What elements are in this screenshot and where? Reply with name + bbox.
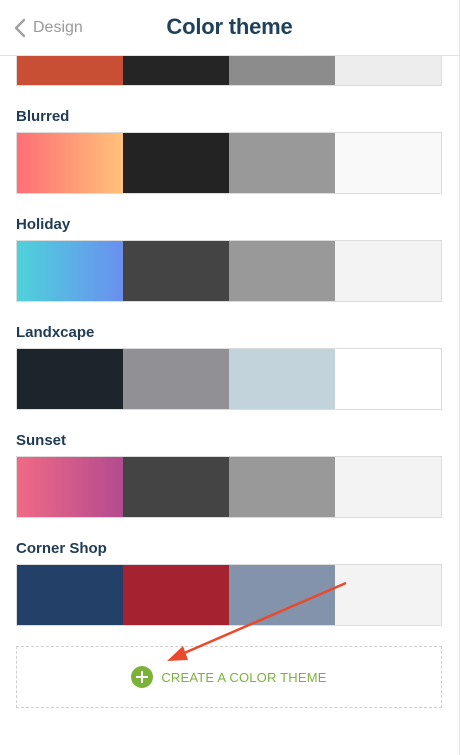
theme-swatch-row[interactable] [16,348,442,410]
theme-name: Holiday [16,216,71,233]
color-swatch [123,565,229,625]
theme-name: Landxcape [16,324,95,341]
color-swatch [229,133,335,193]
color-swatch [17,241,123,301]
page-title: Color theme [166,14,293,39]
color-swatch [229,457,335,517]
color-swatch [229,565,335,625]
color-swatch [229,349,335,409]
header-bar: Design Color theme [0,0,459,56]
theme-swatch-row[interactable] [16,132,442,194]
color-swatch [123,241,229,301]
color-swatch [17,133,123,193]
color-swatch [335,241,441,301]
color-swatch [123,349,229,409]
theme-swatch-row[interactable] [16,456,442,518]
create-color-theme-label: CREATE A COLOR THEME [161,669,327,685]
plus-circle-icon [131,666,154,688]
theme-name: Blurred [16,108,70,125]
color-swatch [335,349,441,409]
color-swatch [229,241,335,301]
color-swatch [335,457,441,517]
theme-name: Sunset [16,432,67,449]
color-swatch [335,133,441,193]
theme-swatch-row[interactable] [16,564,442,626]
color-swatch [17,457,123,517]
create-color-theme-button[interactable]: CREATE A COLOR THEME [16,646,442,708]
color-swatch [123,457,229,517]
color-swatch [17,565,123,625]
color-swatch [17,349,123,409]
color-theme-panel: Blurred Holiday Landxcape Sunset Corner Shop… [0,0,460,755]
theme-swatch-row[interactable] [16,240,442,302]
color-swatch [335,565,441,625]
theme-name: Corner Shop [16,540,107,557]
color-swatch [123,133,229,193]
